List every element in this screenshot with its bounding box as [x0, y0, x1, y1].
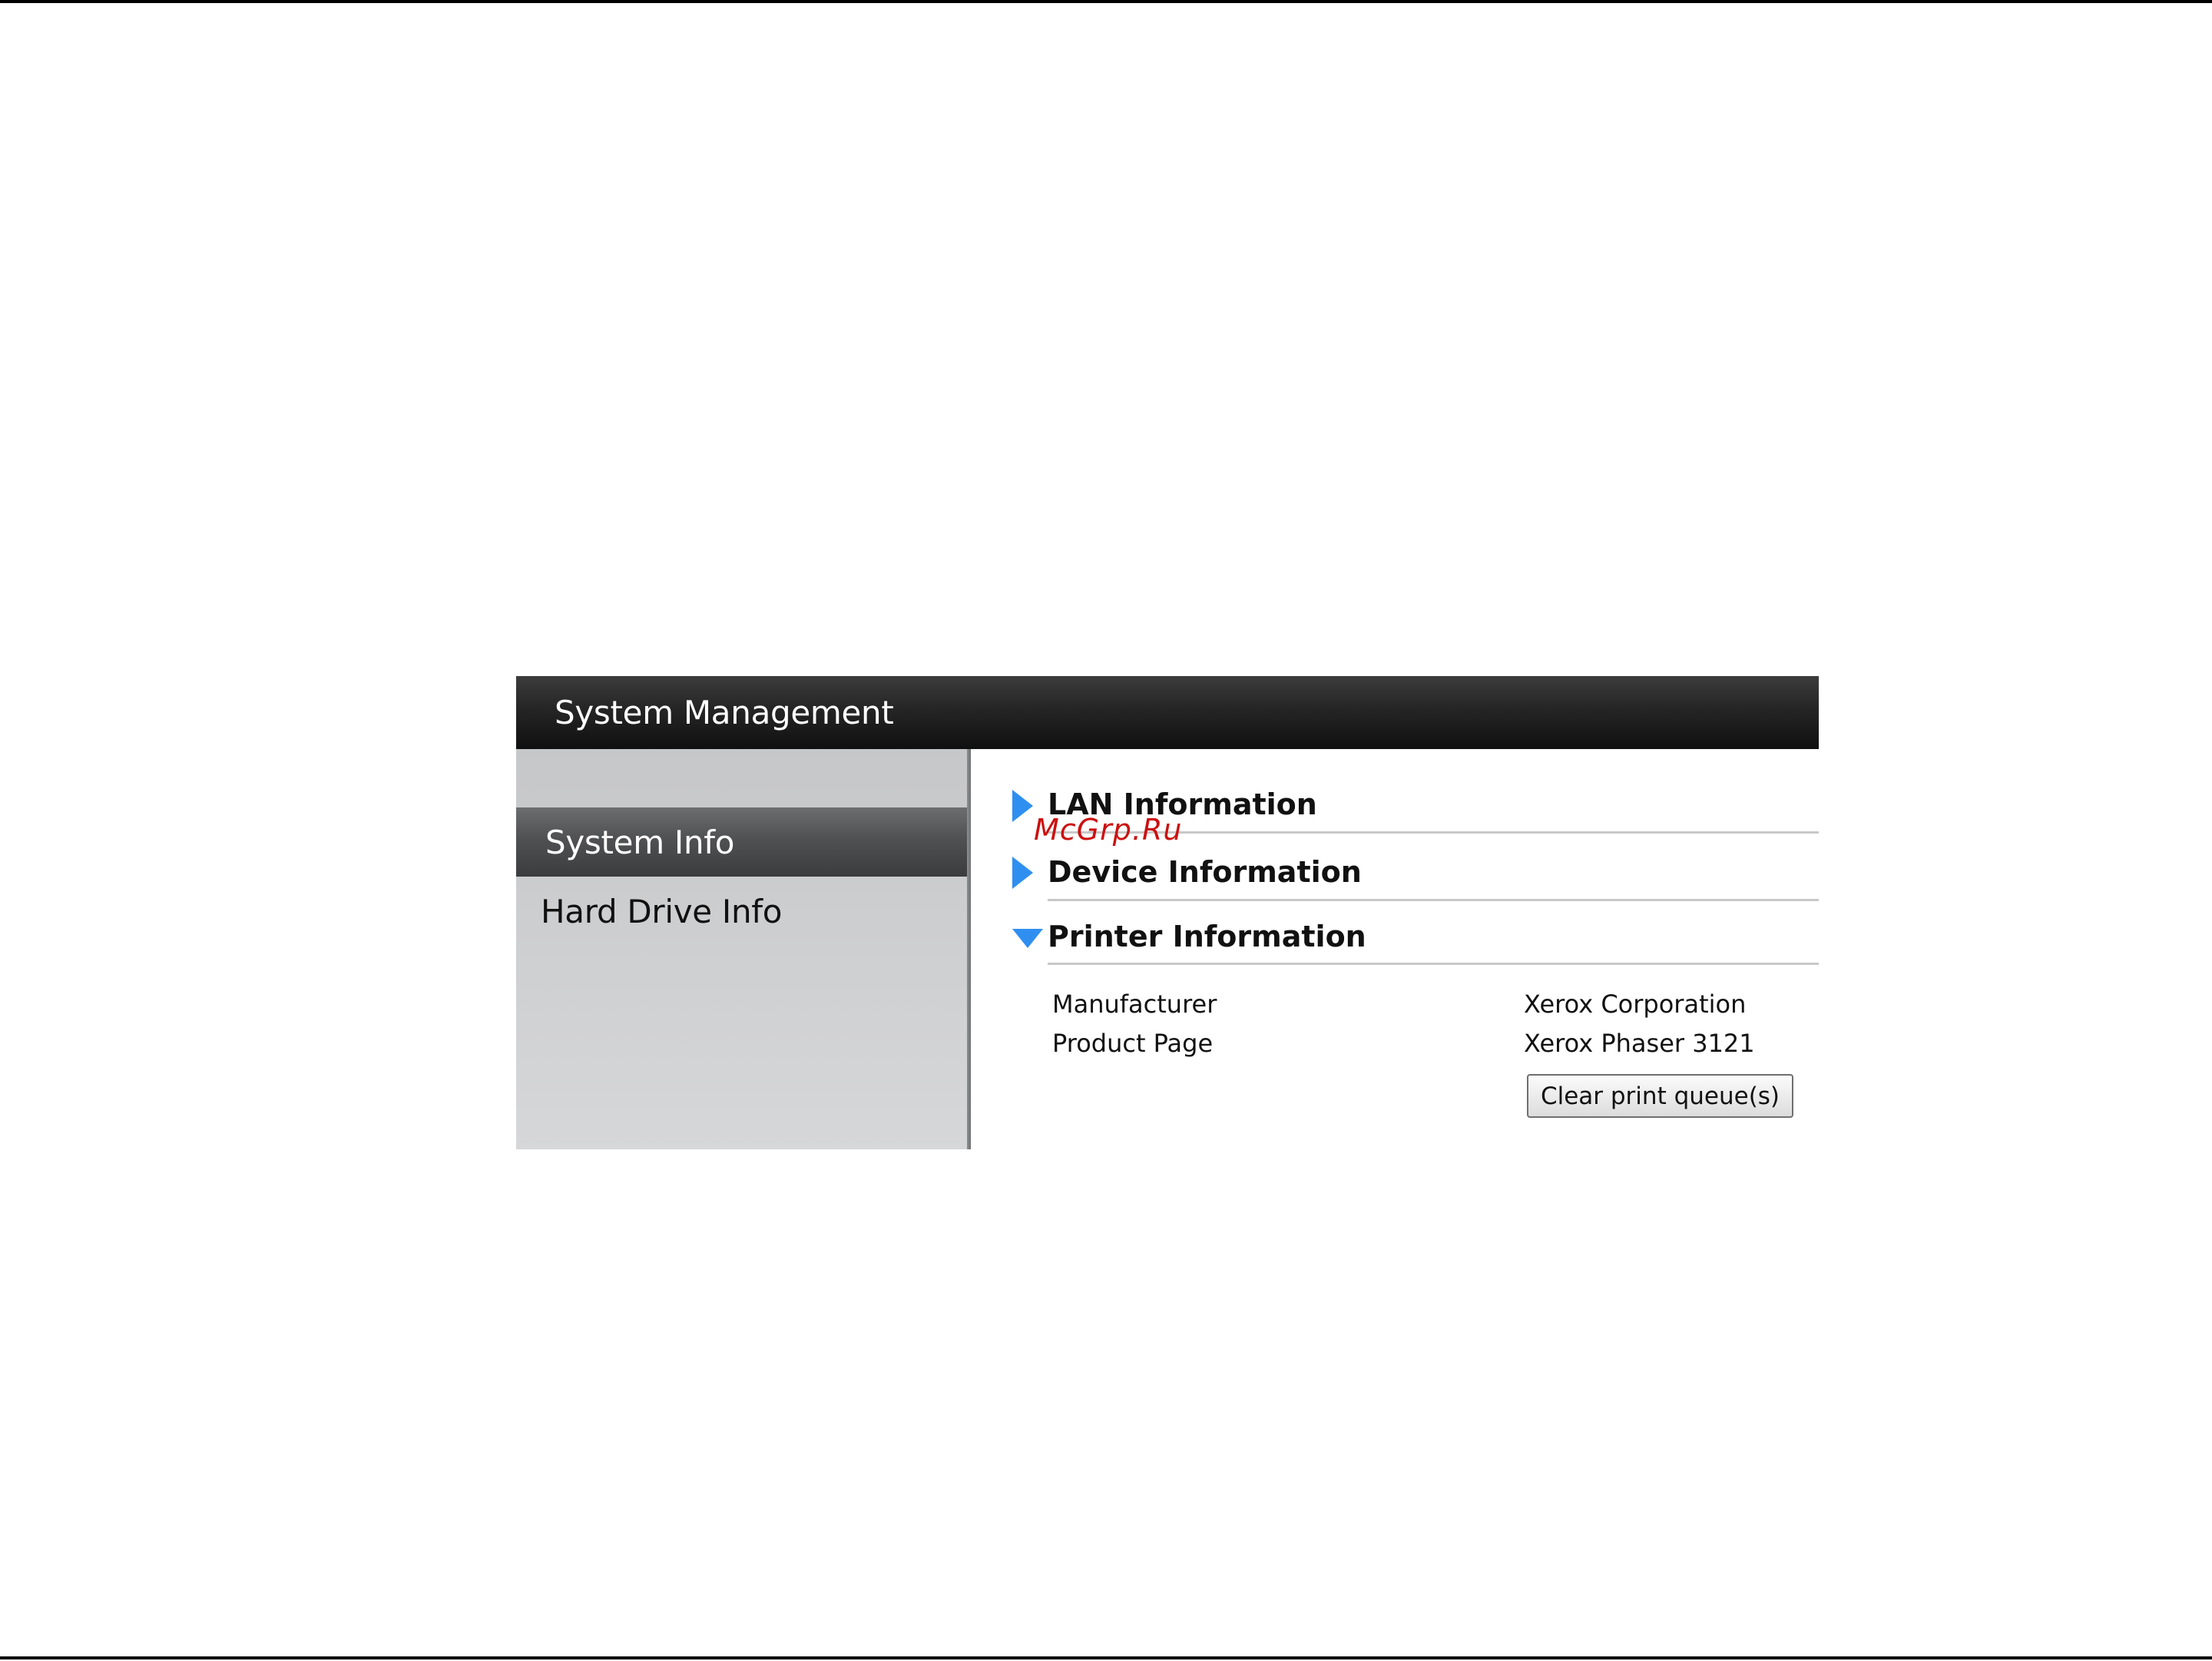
top-rule	[0, 0, 2212, 3]
product-page-value: Xerox Phaser 3121	[1524, 1029, 1755, 1058]
window-title: System Management	[555, 694, 894, 731]
section-label: Printer Information	[1048, 920, 1366, 953]
section-label: Device Information	[1048, 855, 1362, 889]
product-page-label: Product Page	[1052, 1029, 1214, 1058]
triangle-down-icon	[1012, 929, 1043, 948]
section-printer-information[interactable]: Printer Information	[971, 920, 1819, 966]
clear-print-queue-button[interactable]: Clear print queue(s)	[1527, 1074, 1793, 1118]
bottom-rule	[0, 1656, 2212, 1659]
sidebar-item-hard-drive-info[interactable]: Hard Drive Info	[516, 877, 967, 946]
section-device-information[interactable]: Device Information	[971, 855, 1819, 901]
sidebar: System Info Hard Drive Info	[516, 749, 971, 1149]
manufacturer-value: Xerox Corporation	[1524, 990, 1747, 1019]
sidebar-item-system-info[interactable]: System Info	[516, 807, 967, 877]
sidebar-item-label: Hard Drive Info	[541, 892, 783, 930]
system-management-panel: System Management System Info Hard Drive…	[516, 676, 1819, 1149]
triangle-right-icon	[1012, 857, 1033, 889]
manufacturer-label: Manufacturer	[1052, 990, 1217, 1019]
triangle-right-icon	[1012, 790, 1033, 822]
content-pane: LAN Information Device Information Print…	[971, 749, 1819, 1149]
sidebar-item-label: System Info	[545, 823, 735, 861]
section-divider	[1048, 963, 1819, 965]
section-divider	[1048, 899, 1819, 901]
title-bar: System Management	[516, 676, 1819, 749]
watermark: McGrp.Ru	[1034, 813, 1183, 847]
